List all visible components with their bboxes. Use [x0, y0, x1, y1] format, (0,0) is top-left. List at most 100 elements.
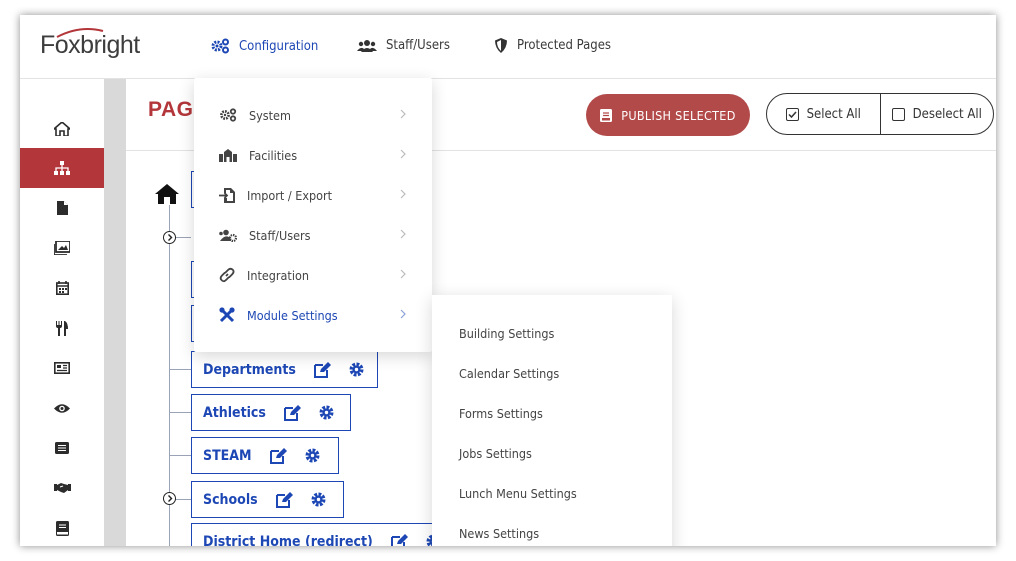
- sidebar-item-library[interactable]: [20, 508, 104, 546]
- menu-item-label: Staff/Users: [249, 227, 311, 243]
- tree-node-district-home[interactable]: District Home (redirect): [191, 523, 451, 546]
- submenu-item-building-settings[interactable]: Building Settings: [459, 326, 554, 341]
- sitemap-icon: [54, 161, 70, 175]
- users-cog-icon: [219, 229, 237, 242]
- menu-item-system[interactable]: System: [194, 95, 432, 135]
- book-icon: [55, 520, 69, 536]
- save-icon: [600, 108, 613, 122]
- menu-item-staff-users[interactable]: Staff/Users: [194, 215, 432, 255]
- news-icon: [54, 362, 70, 374]
- tree-node-label: Athletics: [203, 404, 266, 421]
- chevron-right-icon: [400, 269, 406, 279]
- tree-node-label: STEAM: [203, 447, 252, 464]
- tree-connector: [169, 369, 191, 370]
- tree-node-departments[interactable]: Departments: [191, 351, 378, 388]
- sidebar-item-pages[interactable]: [20, 148, 104, 188]
- gear-icon[interactable]: [349, 362, 364, 377]
- sidebar: [20, 79, 104, 546]
- expand-toggle[interactable]: [163, 492, 176, 505]
- tree-connector: [169, 412, 191, 413]
- gear-icon[interactable]: [305, 448, 320, 463]
- file-icon: [56, 201, 68, 215]
- menu-item-label: Import / Export: [247, 187, 333, 203]
- building-icon: [219, 148, 237, 162]
- logo-swoosh-icon: [56, 28, 104, 38]
- edit-icon[interactable]: [313, 361, 331, 378]
- select-all-button[interactable]: Select All: [767, 94, 880, 134]
- submenu-item-news-settings[interactable]: News Settings: [459, 526, 539, 541]
- select-all-label: Select All: [806, 106, 861, 122]
- submenu-item-forms-settings[interactable]: Forms Settings: [459, 406, 543, 421]
- image-icon: [54, 241, 70, 255]
- chevron-right-icon: [400, 229, 406, 239]
- tree-connector: [169, 455, 191, 456]
- sidebar-item-forms[interactable]: [20, 428, 104, 468]
- menu-item-integration[interactable]: Integration: [194, 255, 432, 295]
- sidebar-item-documents[interactable]: [20, 188, 104, 228]
- menu-item-label: Facilities: [249, 147, 298, 163]
- menu-item-facilities[interactable]: Facilities: [194, 135, 432, 175]
- home-icon: [54, 122, 70, 136]
- submenu-item-calendar-settings[interactable]: Calendar Settings: [459, 366, 559, 381]
- page-title: PAG: [148, 98, 194, 121]
- submenu-item-lunch-menu-settings[interactable]: Lunch Menu Settings: [459, 486, 577, 501]
- sidebar-item-news[interactable]: [20, 348, 104, 388]
- sidebar-item-home[interactable]: [20, 109, 104, 149]
- menu-item-label: Integration: [247, 267, 309, 283]
- sidebar-item-calendar[interactable]: [20, 268, 104, 308]
- top-navigation-bar: Foxbright Configuration Staff/Users Prot…: [20, 15, 996, 79]
- nav-protected-pages[interactable]: Protected Pages: [494, 38, 611, 53]
- menu-item-label: System: [249, 107, 291, 123]
- cogs-icon: [211, 38, 229, 54]
- cogs-icon: [220, 108, 237, 122]
- nav-configuration[interactable]: Configuration: [210, 38, 318, 54]
- sidebar-item-partners[interactable]: [20, 468, 104, 508]
- edit-icon[interactable]: [390, 533, 408, 546]
- sidebar-item-lunch[interactable]: [20, 308, 104, 348]
- calendar-icon: [55, 281, 69, 295]
- tree-node-schools[interactable]: Schools: [191, 481, 344, 518]
- gear-icon[interactable]: [319, 405, 334, 420]
- sidebar-item-media[interactable]: [20, 228, 104, 268]
- chevron-right-icon: [167, 495, 172, 502]
- gear-icon[interactable]: [311, 492, 326, 507]
- tree-node-label: Schools: [203, 491, 258, 508]
- chevron-right-icon: [400, 309, 406, 319]
- edit-icon[interactable]: [275, 491, 293, 508]
- configuration-dropdown-menu: System Facilities Import / Export Staff/…: [194, 78, 432, 352]
- sidebar-divider: [104, 79, 126, 546]
- list-icon: [55, 442, 69, 454]
- chevron-right-icon: [400, 149, 406, 159]
- shield-icon: [495, 38, 507, 53]
- edit-icon[interactable]: [283, 404, 301, 421]
- menu-item-module-settings[interactable]: Module Settings: [194, 295, 432, 335]
- tree-node-athletics[interactable]: Athletics: [191, 394, 351, 431]
- module-settings-submenu: Building Settings Calendar Settings Form…: [432, 295, 672, 546]
- expand-toggle[interactable]: [163, 231, 176, 244]
- tools-icon: [219, 307, 235, 323]
- nav-staff-users[interactable]: Staff/Users: [357, 38, 450, 53]
- empty-box-icon: [891, 107, 905, 121]
- edit-icon[interactable]: [269, 447, 287, 464]
- tree-root-home-icon[interactable]: [155, 184, 179, 204]
- deselect-all-button[interactable]: Deselect All: [879, 94, 994, 134]
- selection-button-group: Select All Deselect All: [766, 93, 994, 135]
- publish-selected-button[interactable]: PUBLISH SELECTED: [586, 94, 750, 136]
- nav-configuration-label: Configuration: [239, 38, 319, 54]
- handshake-icon: [53, 483, 71, 493]
- menu-item-import-export[interactable]: Import / Export: [194, 175, 432, 215]
- chevron-right-icon: [400, 109, 406, 119]
- sidebar-item-visibility[interactable]: [20, 388, 104, 428]
- link-icon: [219, 267, 235, 283]
- checked-box-icon: [785, 107, 799, 121]
- deselect-all-label: Deselect All: [912, 106, 982, 122]
- submenu-item-jobs-settings[interactable]: Jobs Settings: [459, 446, 532, 461]
- file-import-icon: [219, 187, 235, 203]
- chevron-right-icon: [167, 234, 172, 241]
- tree-node-steam[interactable]: STEAM: [191, 437, 339, 474]
- publish-selected-label: PUBLISH SELECTED: [621, 107, 736, 123]
- nav-protected-pages-label: Protected Pages: [517, 38, 611, 53]
- tree-node-label: Departments: [203, 361, 296, 378]
- tree-node-label: District Home (redirect): [203, 533, 373, 547]
- chevron-right-icon: [400, 189, 406, 199]
